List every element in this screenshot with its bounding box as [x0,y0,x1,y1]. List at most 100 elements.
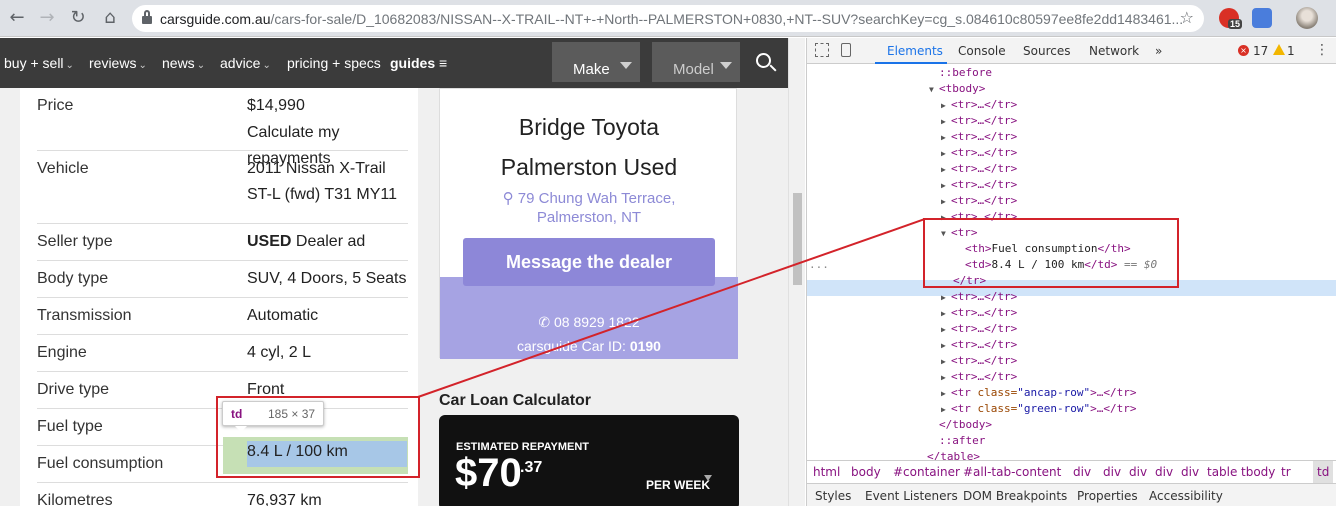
dom-breadcrumbs: html body #container #all-tab-content div div… [807,460,1336,483]
search-icon[interactable] [754,51,778,75]
dom-node-tr-collapsed[interactable]: ▶ <tr>…</tr> [941,177,1017,193]
spec-value: 4 cyl, 2 L [247,344,312,361]
breadcrumb-item[interactable]: #container [893,465,960,479]
dealer-name: Bridge Toyota [518,114,660,140]
dealer-address[interactable]: Palmerston, NT [440,209,738,226]
address-bar[interactable]: carsguide.com.au/cars-for-sale/D_1068208… [132,5,1204,32]
spec-value: USED Dealer ad [247,233,366,250]
nav-pricing-specs[interactable]: pricing + specs [287,55,381,71]
loan-calculator-card: ESTIMATED REPAYMENT $70 .37 PER WEEK [439,415,739,506]
period-select[interactable]: PER WEEK [646,478,710,492]
dropdown-arrow-icon [720,62,732,69]
tab-console[interactable]: Console [958,44,1006,58]
breadcrumb-item[interactable]: table [1207,465,1237,479]
expand-triangle-icon[interactable]: ▶ [941,114,951,130]
bookmark-star-icon[interactable]: ☆ [1180,8,1194,27]
spec-label: Fuel type [37,418,103,435]
error-icon[interactable]: × [1238,45,1249,56]
spec-row-vehicle: Vehicle 2011 Nissan X-Trail ST-L (fwd) T… [37,151,408,224]
styles-subtabs: Styles Event Listeners DOM Breakpoints P… [807,483,1336,506]
forward-icon[interactable]: → [36,7,58,29]
tab-sources[interactable]: Sources [1023,44,1070,58]
tab-network[interactable]: Network [1089,44,1139,58]
spec-row-body-type: Body type SUV, 4 Doors, 5 Seats [37,261,408,298]
dom-node-tr-collapsed[interactable]: ▶ <tr>…</tr> [941,193,1017,209]
expand-triangle-icon[interactable]: ▶ [941,338,951,354]
devtools-toolbar: Elements Console Sources Network » × 17 … [807,38,1336,64]
dom-node-tr-collapsed[interactable]: ▶ <tr>…</tr> [941,305,1017,321]
dom-node-tr-collapsed[interactable]: ▶ <tr>…</tr> [941,161,1017,177]
dom-node-tr-collapsed[interactable]: ▶ <tr>…</tr> [941,337,1017,353]
expand-triangle-icon[interactable]: ▶ [941,162,951,178]
expand-triangle-icon[interactable]: ▶ [941,354,951,370]
breadcrumb-item[interactable]: div [1073,465,1091,479]
breadcrumb-item[interactable]: tbody [1241,465,1275,479]
nav-reviews[interactable]: reviews ⌄ [89,55,147,71]
reload-icon[interactable]: ↻ [67,7,89,29]
breadcrumb-item[interactable]: div [1155,465,1173,479]
back-icon[interactable]: ← [6,7,28,29]
expand-triangle-icon[interactable]: ▶ [941,322,951,338]
page-scrollbar[interactable] [788,38,805,506]
expand-triangle-icon[interactable]: ▶ [941,98,951,114]
spec-label: Fuel consumption [37,455,164,472]
dom-node-tr-collapsed[interactable]: ▶ <tr>…</tr> [941,321,1017,337]
dealer-card: Bridge Toyota Palmerston Used ⚲ 79 Chung… [439,88,738,359]
subtab-styles[interactable]: Styles [815,489,851,503]
breadcrumb-item[interactable]: div [1181,465,1199,479]
dom-node-tr-collapsed[interactable]: ▶ <tr>…</tr> [941,97,1017,113]
nav-advice[interactable]: advice ⌄ [220,55,271,71]
model-select[interactable]: Model [652,42,740,82]
expand-triangle-icon[interactable]: ▶ [941,178,951,194]
expand-triangle-icon[interactable]: ▶ [941,194,951,210]
spec-value: 76,937 km [247,492,322,506]
profile-avatar[interactable] [1296,7,1318,29]
subtab-accessibility[interactable]: Accessibility [1149,489,1223,503]
breadcrumb-item[interactable]: tr [1281,465,1291,479]
spec-label: Kilometres [37,492,113,506]
dom-node-tr-collapsed[interactable]: ▶ <tr>…</tr> [941,129,1017,145]
breadcrumb-item[interactable]: div [1129,465,1147,479]
expand-triangle-icon[interactable]: ▶ [941,306,951,322]
expand-triangle-icon[interactable]: ▶ [941,130,951,146]
message-dealer-button[interactable]: Message the dealer [463,238,715,286]
expand-triangle-icon[interactable]: ▶ [941,146,951,162]
chevron-down-icon: ⌄ [196,60,206,71]
nav-guides[interactable]: guides ≡ [390,55,447,71]
subtab-dom-breakpoints[interactable]: DOM Breakpoints [963,489,1067,503]
dealer-phone[interactable]: ✆ 08 8929 1822 [440,314,738,331]
dropdown-arrow-icon [704,475,712,481]
expand-triangle-icon[interactable]: ▶ [941,290,951,306]
device-toolbar-icon[interactable] [841,43,851,57]
chevron-down-icon: ⌄ [138,60,147,71]
nav-buy-sell[interactable]: buy + sell ⌄ [4,55,74,71]
dom-node-tr-collapsed[interactable]: ▶ <tr>…</tr> [941,289,1017,305]
dom-node-tr-collapsed[interactable]: ▶ <tr>…</tr> [941,113,1017,129]
breadcrumb-item[interactable]: html [813,465,840,479]
expand-triangle-icon[interactable]: ▶ [941,370,951,386]
extension-badge: 15 [1228,19,1243,29]
breadcrumb-item[interactable]: body [851,465,881,479]
dom-node-tr-collapsed[interactable]: ▶ <tr>…</tr> [941,145,1017,161]
subtab-properties[interactable]: Properties [1077,489,1138,503]
breadcrumb-item[interactable]: div [1103,465,1121,479]
kebab-menu-icon[interactable]: ⋮ [1315,42,1329,58]
spec-label: Price [37,97,74,114]
dealer-address[interactable]: ⚲ 79 Chung Wah Terrace, [440,189,738,207]
subtab-event-listeners[interactable]: Event Listeners [865,489,958,503]
browser-toolbar: ← → ↻ ⌂ carsguide.com.au/cars-for-sale/D… [0,0,1336,37]
error-count: 17 [1253,44,1269,58]
dom-node-tr-collapsed[interactable]: ▶ <tr>…</tr> [941,369,1017,385]
inspect-element-icon[interactable] [815,43,829,57]
home-icon[interactable]: ⌂ [99,7,121,29]
dom-node-tr-collapsed[interactable]: ▶ <tr>…</tr> [941,353,1017,369]
more-tabs-icon[interactable]: » [1155,44,1162,58]
make-select[interactable]: Make [552,42,640,82]
tab-elements[interactable]: Elements [887,44,943,58]
warning-icon[interactable] [1273,44,1285,55]
extension-blue-icon[interactable] [1252,8,1272,28]
nav-news[interactable]: news ⌄ [162,55,205,71]
breadcrumb-item[interactable]: td [1313,461,1334,483]
breadcrumb-item[interactable]: #all-tab-content [963,465,1061,479]
scrollbar-thumb[interactable] [793,193,802,285]
